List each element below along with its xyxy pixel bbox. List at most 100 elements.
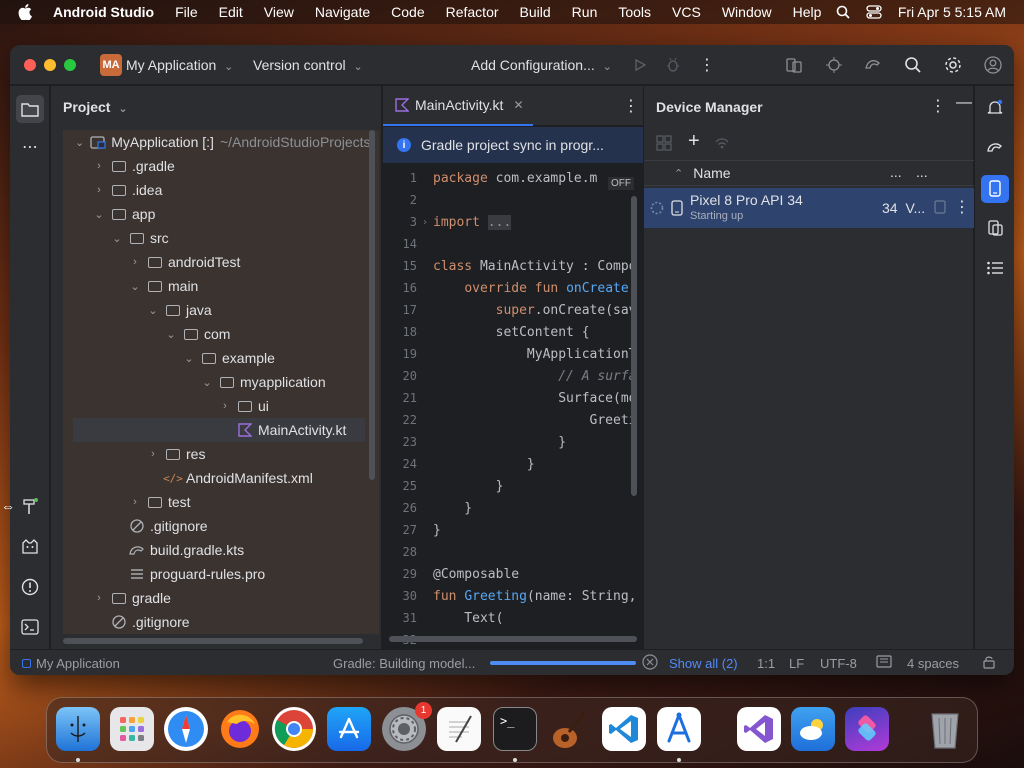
tree-item[interactable]: ⌄ myapplication	[51, 370, 367, 394]
cancel-task-icon[interactable]	[642, 654, 658, 670]
tree-item[interactable]: ⌄ MyApplication [:] ~/AndroidStudioProject…	[51, 130, 371, 154]
menubar-clock[interactable]: Fri Apr 5 5:15 AM	[898, 4, 1006, 20]
tree-item[interactable]: proguard-rules.pro	[51, 562, 367, 586]
code-line[interactable]: 28	[383, 541, 643, 563]
terminal-icon[interactable]	[19, 616, 41, 638]
chevron-right-icon[interactable]: ›	[129, 496, 141, 508]
search-everywhere-icon[interactable]	[902, 54, 924, 76]
close-window-button[interactable]	[24, 59, 36, 71]
tree-item[interactable]: › androidTest	[51, 250, 367, 274]
spotlight-search-icon[interactable]	[836, 5, 850, 19]
project-badge[interactable]: MA	[100, 54, 122, 76]
status-project-breadcrumb[interactable]: My Application	[22, 656, 120, 671]
editor-more-icon[interactable]: ⋮	[623, 96, 639, 116]
chevron-right-icon[interactable]: ›	[219, 400, 231, 412]
code-line[interactable]: 30 fun Greeting(name: String,	[383, 585, 643, 607]
menu-edit[interactable]: Edit	[219, 4, 243, 20]
editor-hscrollbar[interactable]	[389, 636, 637, 642]
gradle-elephant-icon[interactable]	[984, 137, 1006, 159]
tree-item[interactable]: › .gradle	[51, 154, 367, 178]
menu-refactor[interactable]: Refactor	[446, 4, 499, 20]
account-icon[interactable]	[982, 54, 1004, 76]
close-tab-icon[interactable]: ✕	[513, 98, 523, 112]
visual-studio-icon[interactable]	[737, 707, 781, 751]
more-actions-icon[interactable]: ⋮	[696, 54, 718, 76]
chevron-right-icon[interactable]: ›	[147, 448, 159, 460]
logcat-icon[interactable]	[19, 536, 41, 558]
caret-position[interactable]: 1:1	[757, 656, 775, 671]
project-scrollbar[interactable]	[369, 130, 375, 480]
code-line[interactable]: 18 setContent {	[383, 321, 643, 343]
chevron-down-icon[interactable]: ⌄	[183, 352, 195, 365]
safari-icon[interactable]	[164, 707, 208, 751]
code-line[interactable]: 20 // A surfa	[383, 365, 643, 387]
project-hscrollbar[interactable]	[63, 638, 363, 644]
menu-file[interactable]: File	[175, 4, 198, 20]
code-line[interactable]: 21 Surface(mo	[383, 387, 643, 409]
weather-icon[interactable]	[791, 707, 835, 751]
problems-icon[interactable]	[19, 576, 41, 598]
indent-setting[interactable]: 4 spaces	[907, 656, 959, 671]
code-line[interactable]: 17 super.onCreate(sav	[383, 299, 643, 321]
debug-icon[interactable]	[662, 54, 684, 76]
menu-code[interactable]: Code	[391, 4, 424, 20]
show-all-tasks-link[interactable]: Show all (2)	[669, 656, 738, 671]
more-tool-windows-icon[interactable]: ⋯	[19, 136, 41, 158]
code-line[interactable]: 16 override fun onCreate(	[383, 277, 643, 299]
vscode-icon[interactable]	[602, 707, 646, 751]
chevron-down-icon[interactable]: ⌄	[93, 208, 105, 221]
run-configuration-selector[interactable]: Add Configuration... ⌄	[471, 57, 612, 73]
tree-item[interactable]: .gitignore	[51, 514, 367, 538]
code-line[interactable]: 22 Greeti	[383, 409, 643, 431]
shortcuts-icon[interactable]	[845, 707, 889, 751]
pair-wifi-icon[interactable]	[714, 135, 730, 151]
background-task-label[interactable]: Gradle: Building model...	[333, 656, 475, 671]
instruments-icon[interactable]	[657, 707, 701, 751]
menu-vcs[interactable]: VCS	[672, 4, 701, 20]
chevron-down-icon[interactable]: ⌄	[201, 376, 213, 389]
tree-item[interactable]: ⌄ app	[51, 202, 367, 226]
code-line[interactable]: 23 }	[383, 431, 643, 453]
menu-tools[interactable]: Tools	[618, 4, 651, 20]
menu-android-studio[interactable]: Android Studio	[53, 4, 154, 20]
terminal-app-icon[interactable]: >_	[493, 707, 537, 751]
group-devices-icon[interactable]	[656, 135, 672, 151]
code-line[interactable]: 2	[383, 189, 643, 211]
chevron-down-icon[interactable]: ⌄	[75, 136, 84, 149]
zoom-window-button[interactable]	[64, 59, 76, 71]
code-line[interactable]: 19 MyApplicationT	[383, 343, 643, 365]
code-line[interactable]: 24 }	[383, 453, 643, 475]
tree-item[interactable]: › ui	[51, 394, 367, 418]
read-mode-icon[interactable]	[876, 655, 892, 669]
menu-window[interactable]: Window	[722, 4, 772, 20]
device-row-pixel-8-pro[interactable]: Pixel 8 Pro API 34 Starting up 34 V... ⋮	[644, 188, 974, 228]
chrome-icon[interactable]	[272, 707, 316, 751]
device-action-icon[interactable]	[934, 200, 946, 214]
project-tool-folder-icon[interactable]	[16, 95, 44, 123]
device-row-more-icon[interactable]: ⋮	[954, 197, 970, 217]
minimize-panel-icon[interactable]: —	[956, 94, 972, 112]
tree-item[interactable]: ⌄ src	[51, 226, 367, 250]
tree-item[interactable]: ⌄ java	[51, 298, 367, 322]
tab-mainactivity[interactable]: MainActivity.kt ✕	[383, 86, 533, 126]
project-selector[interactable]: My Application ⌄	[126, 57, 233, 73]
fold-chevron-icon[interactable]: ›	[417, 217, 433, 228]
file-encoding[interactable]: UTF-8	[820, 656, 857, 671]
chevron-down-icon[interactable]: ⌄	[129, 280, 141, 293]
tree-item[interactable]: </> AndroidManifest.xml	[51, 466, 367, 490]
chevron-right-icon[interactable]: ›	[93, 592, 105, 604]
column-name-header[interactable]: Name	[693, 165, 730, 181]
menu-navigate[interactable]: Navigate	[315, 4, 370, 20]
column-more-header[interactable]: ...	[890, 164, 902, 180]
minimize-window-button[interactable]	[44, 59, 56, 71]
tree-item[interactable]: ⌄ com	[51, 322, 367, 346]
garageband-icon[interactable]	[547, 707, 591, 751]
tree-item[interactable]: › res	[51, 442, 367, 466]
gradle-sync-icon[interactable]	[862, 54, 884, 76]
launchpad-icon[interactable]	[110, 707, 154, 751]
tree-item[interactable]: MainActivity.kt	[73, 418, 365, 442]
code-line[interactable]: 14	[383, 233, 643, 255]
notifications-bell-icon[interactable]	[984, 97, 1006, 119]
chevron-right-icon[interactable]: ›	[129, 256, 141, 268]
menu-view[interactable]: View	[264, 4, 294, 20]
